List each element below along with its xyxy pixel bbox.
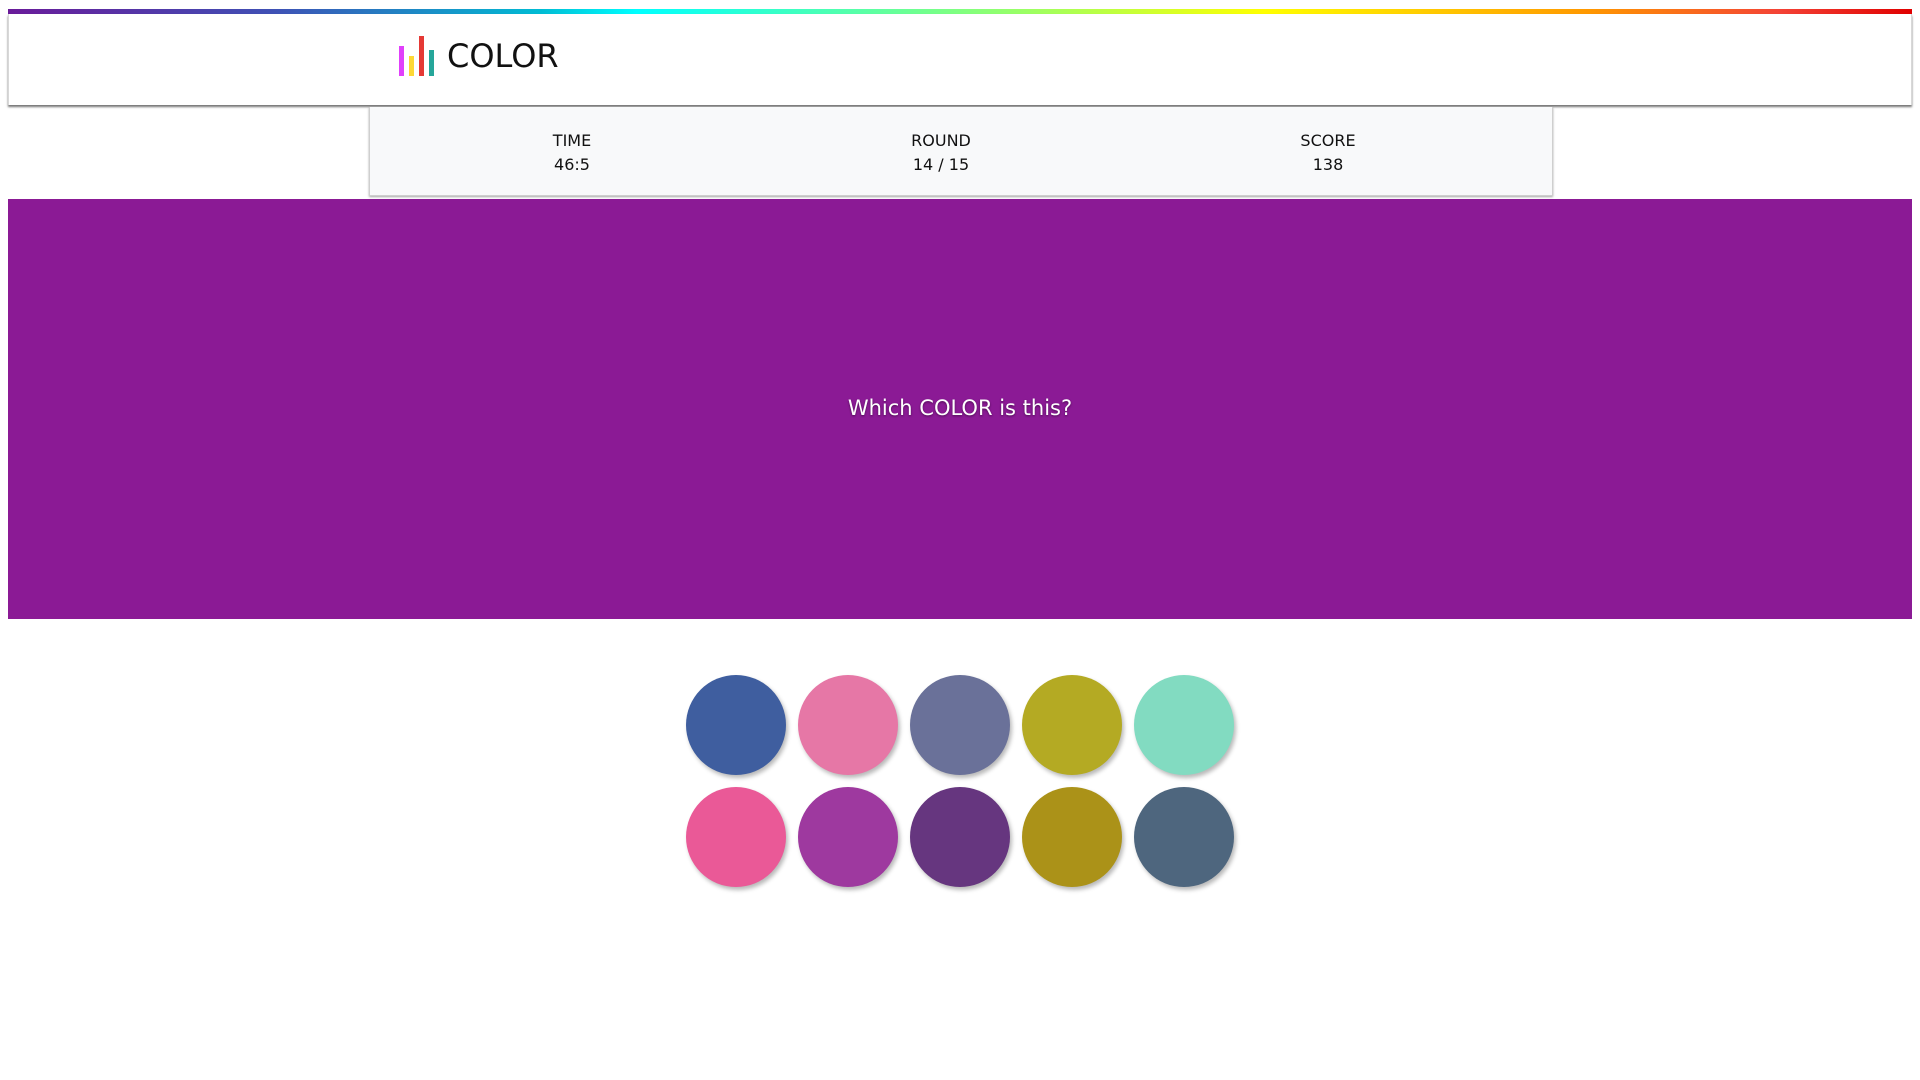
time-label: TIME [552, 131, 592, 150]
score-stat: SCORE 138 [1288, 129, 1368, 177]
color-swatch-option[interactable] [686, 787, 786, 887]
time-value: 46:5 [554, 155, 590, 174]
logo[interactable]: COLOR [397, 34, 559, 78]
game-page: COLOR TIME 46:5 ROUND 14 / 15 SCORE 138 … [0, 0, 1920, 1080]
color-swatch-option[interactable] [1022, 787, 1122, 887]
color-swatch-option[interactable] [1134, 675, 1234, 775]
color-swatch-option[interactable] [1022, 675, 1122, 775]
time-stat: TIME 46:5 [542, 129, 602, 177]
color-swatch-option[interactable] [910, 787, 1010, 887]
bar-chart-icon [397, 36, 441, 76]
stats-panel: TIME 46:5 ROUND 14 / 15 SCORE 138 [369, 107, 1553, 196]
logo-bar [429, 50, 434, 76]
logo-text: COLOR [447, 37, 559, 75]
score-label: SCORE [1300, 131, 1356, 150]
color-swatch-option[interactable] [910, 675, 1010, 775]
logo-bar [419, 36, 424, 76]
round-label: ROUND [911, 131, 971, 150]
header: COLOR [8, 14, 1912, 105]
round-stat: ROUND 14 / 15 [901, 129, 981, 177]
color-stage: Which COLOR is this? [8, 199, 1912, 619]
logo-bar [409, 56, 414, 76]
color-swatch-option[interactable] [686, 675, 786, 775]
round-value: 14 / 15 [912, 155, 970, 174]
question-prompt: Which COLOR is this? [847, 396, 1073, 420]
logo-bar [399, 46, 404, 76]
color-swatch-option[interactable] [798, 675, 898, 775]
color-swatch-option[interactable] [798, 787, 898, 887]
color-swatch-option[interactable] [1134, 787, 1234, 887]
score-value: 138 [1312, 155, 1344, 174]
